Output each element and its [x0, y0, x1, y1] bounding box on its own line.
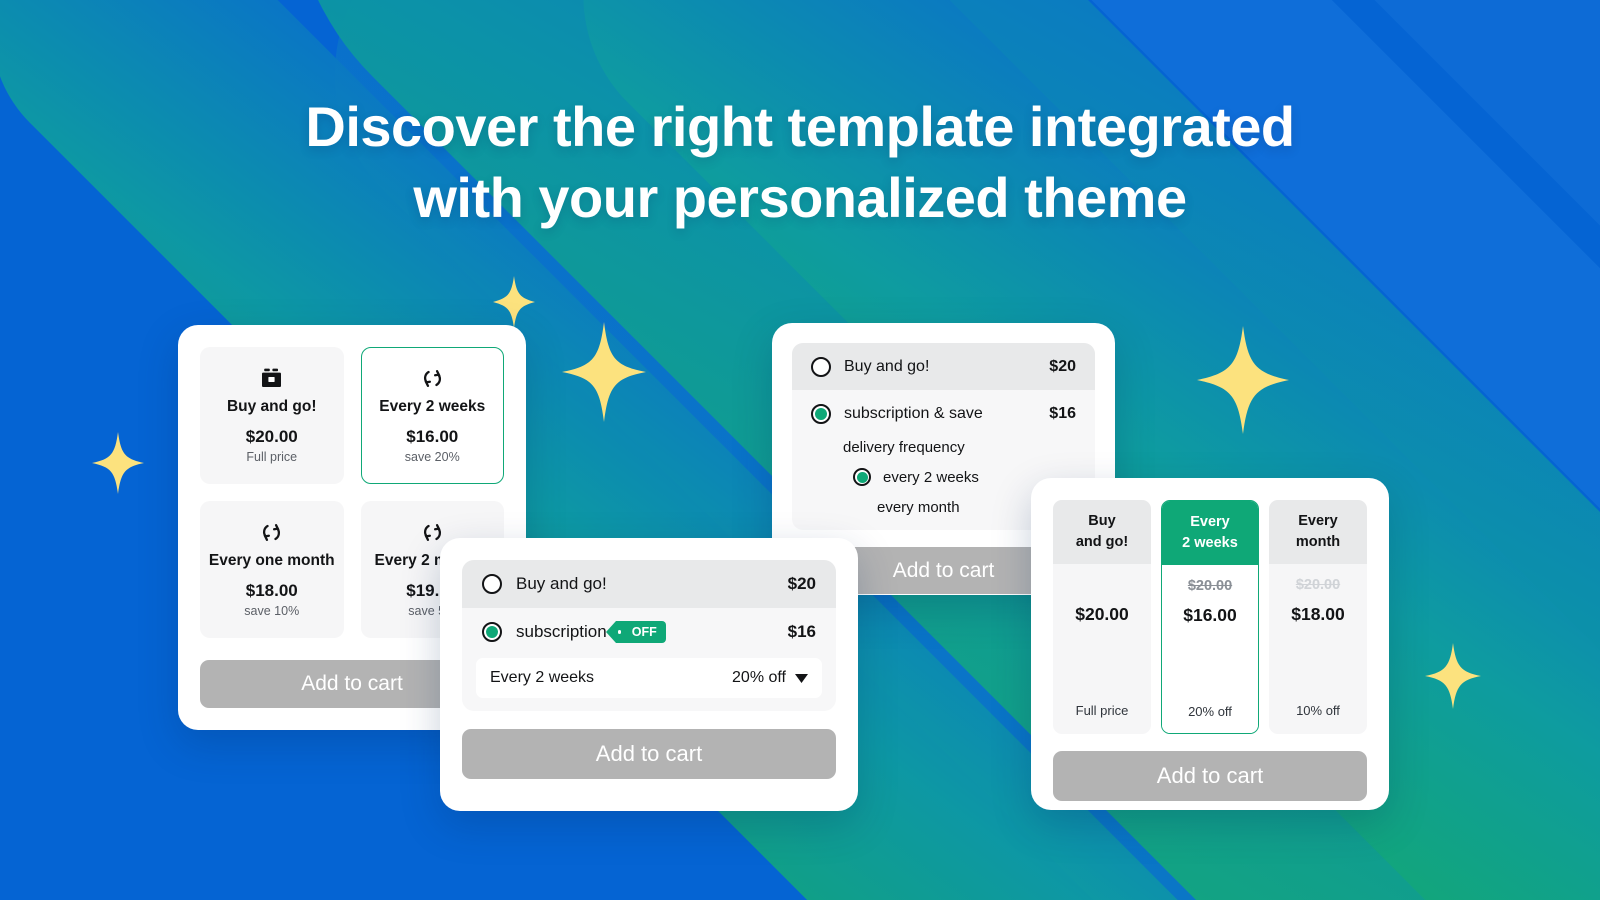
sparkle-large-right-icon [1197, 326, 1289, 434]
option-label: Buy and go! [844, 357, 930, 375]
dropdown-value: Every 2 weeks [490, 669, 595, 686]
headline-line-2: with your personalized theme [413, 165, 1187, 229]
add-to-cart-button[interactable]: Add to cart [1053, 751, 1367, 802]
tile-title: Every one month [208, 552, 335, 569]
plan-note: Full price [1075, 703, 1129, 719]
frequency-dropdown[interactable]: Every 2 weeks 20% off [476, 658, 822, 698]
plan-body: $20.00 $16.00 20% off [1162, 565, 1258, 734]
plan-title-line-1: Every [1190, 514, 1230, 530]
plan-price: $20.00 [1075, 604, 1129, 625]
plan-note: 10% off [1296, 703, 1340, 719]
frequency-option-label: every 2 weeks [883, 468, 979, 486]
plan-price: $18.00 [1291, 604, 1345, 625]
subscription-refresh-icon [422, 521, 443, 543]
plan-column-every-month[interactable]: Every month $20.00 $18.00 10% off [1269, 500, 1367, 735]
tile-every-one-month[interactable]: Every one month $18.00 save 10% [200, 501, 344, 638]
option-price: $16 [787, 622, 816, 641]
plan-column-every-2-weeks[interactable]: Every 2 weeks $20.00 $16.00 20% off [1161, 500, 1259, 735]
plan-old-price: $20.00 [1187, 578, 1233, 595]
subscription-refresh-icon [422, 367, 443, 389]
discount-tag-badge: OFF [605, 621, 666, 643]
widget-columns-card: Buy and go! $20.00 Full price Every 2 we… [1031, 478, 1389, 810]
plan-body: $20.00 Full price [1053, 564, 1151, 732]
radio-selected-icon[interactable] [482, 622, 502, 642]
dropdown-right: 20% off [732, 669, 808, 687]
plan-title-line-2: month [1295, 533, 1341, 550]
tile-title: Every 2 weeks [379, 398, 486, 415]
plan-title-line-1: Buy [1088, 513, 1116, 529]
option-row-buy-and-go[interactable]: Buy and go! $20 [792, 343, 1095, 390]
option-row-buy-and-go[interactable]: Buy and go! $20 [462, 560, 836, 608]
tile-note: Full price [246, 450, 298, 464]
plan-title: Buy and go! [1053, 500, 1151, 565]
add-to-cart-button[interactable]: Add to cart [462, 729, 836, 779]
frequency-option-label: every month [877, 498, 960, 516]
plan-price: $16.00 [1183, 605, 1237, 626]
subscription-refresh-icon [261, 521, 282, 543]
sparkle-small-left-icon [92, 432, 144, 494]
headline-line-1: Discover the right template integrated [305, 95, 1295, 158]
tile-every-2-weeks[interactable]: Every 2 weeks $16.00 save 20% [360, 347, 504, 484]
option-label: subscription & save [844, 404, 983, 422]
plan-title: Every 2 weeks [1162, 501, 1258, 566]
plan-title-line-2: and go! [1075, 533, 1129, 550]
option-label: subscription [516, 622, 607, 641]
sparkle-small-far-right-icon [1425, 643, 1481, 709]
radio-unselected-icon[interactable] [482, 574, 502, 594]
plan-columns: Buy and go! $20.00 Full price Every 2 we… [1053, 500, 1367, 735]
tile-title: Buy and go! [226, 398, 317, 415]
tile-price: $20.00 [245, 427, 298, 446]
sparkle-small-mid-icon [493, 276, 535, 328]
plan-note: 20% off [1188, 704, 1232, 720]
option-row-subscription[interactable]: subscription OFF $16 [462, 608, 836, 656]
shopping-basket-icon [261, 367, 282, 389]
option-price: $20 [787, 574, 816, 593]
option-price: $16 [1049, 404, 1076, 422]
tile-price: $16.00 [406, 427, 459, 446]
chevron-down-icon[interactable] [795, 673, 808, 683]
radio-unselected-icon[interactable] [811, 356, 831, 377]
tile-buy-and-go[interactable]: Buy and go! $20.00 Full price [200, 347, 344, 484]
option-list: Buy and go! $20 subscription OFF $16 Eve… [462, 560, 836, 711]
plan-body: $20.00 $18.00 10% off [1269, 564, 1367, 732]
radio-selected-icon[interactable] [811, 403, 831, 424]
plan-title-line-1: Every [1298, 513, 1338, 529]
dropdown-discount: 20% off [732, 669, 786, 686]
option-price: $20 [1049, 357, 1076, 375]
frequency-label: delivery frequency [843, 439, 965, 456]
option-label: Buy and go! [516, 574, 607, 593]
page-headline: Discover the right template integrated w… [0, 92, 1600, 233]
widget-dropdown-card: Buy and go! $20 subscription OFF $16 Eve… [440, 538, 858, 811]
tile-note: save 10% [244, 604, 300, 618]
tile-price: $18.00 [245, 581, 298, 600]
radio-selected-icon[interactable] [853, 468, 871, 486]
plan-title-line-2: 2 weeks [1182, 534, 1238, 551]
option-row-subscription[interactable]: subscription & save $16 [792, 390, 1095, 437]
tile-note: save 20% [404, 450, 460, 464]
plan-title: Every month [1269, 500, 1367, 565]
plan-column-buy-and-go[interactable]: Buy and go! $20.00 Full price [1053, 500, 1151, 735]
plan-old-price: $20.00 [1295, 577, 1341, 594]
sparkle-large-mid-icon [562, 322, 646, 422]
